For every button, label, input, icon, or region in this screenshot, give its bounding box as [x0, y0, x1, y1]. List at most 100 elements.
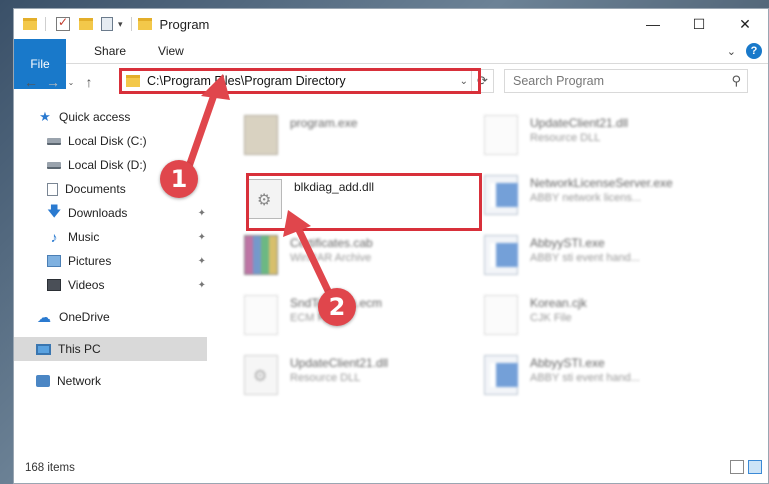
tab-share[interactable]: Share — [78, 39, 142, 63]
file-item[interactable]: AbbyySTI.exe ABBY sti event hand... — [484, 231, 724, 281]
file-item-blkdiag-add-dll[interactable]: blkdiag_add.dll — [248, 175, 488, 225]
search-box[interactable]: Search Program ⚲ — [504, 69, 748, 93]
music-icon: ♪ — [50, 229, 58, 245]
disk-icon — [47, 161, 61, 169]
forward-button[interactable]: → — [42, 74, 64, 90]
tab-view[interactable]: View — [142, 39, 200, 63]
close-button[interactable]: ✕ — [722, 9, 768, 39]
pin-icon[interactable]: ✦ — [198, 232, 206, 243]
exe-icon — [484, 355, 518, 395]
file-type: Resource DLL — [530, 132, 601, 144]
help-icon[interactable]: ? — [746, 43, 762, 59]
pictures-icon — [47, 255, 61, 267]
sidebar-item-downloads[interactable]: 🡇 Downloads ✦ — [14, 201, 209, 225]
file-name: blkdiag_add.dll — [294, 180, 375, 194]
file-item[interactable]: program.exe — [244, 111, 484, 161]
file-name: Certificates.cab — [290, 236, 373, 250]
file-item[interactable]: NetworkLicenseServer.exe ABBY network li… — [484, 171, 724, 221]
view-toggle — [730, 460, 762, 474]
exe-icon — [484, 235, 518, 275]
dll-icon — [244, 355, 278, 395]
sidebar-item-local-disk-c[interactable]: Local Disk (C:) — [14, 129, 209, 153]
maximize-button[interactable]: ☐ — [676, 9, 722, 39]
sidebar-item-videos[interactable]: Videos ✦ — [14, 273, 209, 297]
properties-icon[interactable] — [101, 17, 113, 31]
file-item[interactable]: SndTool.exe.ecm ECM File — [244, 291, 484, 341]
file-item[interactable]: AbbyySTI.exe ABBY sti event hand... — [484, 351, 724, 401]
file-name: UpdateClient21.dll — [530, 116, 629, 130]
cloud-icon: ☁ — [37, 308, 51, 325]
network-icon — [36, 375, 50, 387]
window-title: Program — [159, 16, 210, 32]
file-type: CJK File — [530, 312, 572, 324]
recent-locations-dropdown[interactable]: ⌄ — [64, 78, 78, 87]
download-icon: 🡇 — [47, 203, 62, 219]
item-count: 168 items — [25, 462, 75, 474]
title-folder-icon — [137, 18, 152, 30]
sidebar-item-music[interactable]: ♪ Music ✦ — [14, 225, 209, 249]
title-bar: ▾ Program — ☐ ✕ — [14, 9, 768, 39]
file-name: Korean.cjk — [530, 296, 587, 310]
dll-icon — [484, 115, 518, 155]
sidebar-item-quick-access[interactable]: ★ Quick access — [14, 105, 209, 129]
search-icon[interactable]: ⚲ — [731, 73, 741, 89]
new-folder-icon[interactable] — [79, 18, 93, 30]
address-dropdown-icon[interactable]: ⌄ — [460, 76, 468, 87]
quick-access-toolbar-dropdown[interactable]: ▾ — [118, 19, 123, 30]
pin-icon[interactable]: ✦ — [198, 280, 206, 291]
star-icon: ★ — [39, 109, 51, 124]
file-type: Resource DLL — [290, 372, 361, 384]
file-list: program.exe UpdateClient21.dll Resource … — [224, 105, 758, 455]
search-input[interactable]: Search Program — [513, 74, 604, 88]
sidebar-item-label: Local Disk (D:) — [68, 158, 147, 172]
file-type: ABBY sti event hand... — [530, 372, 640, 384]
sidebar-item-this-pc[interactable]: This PC — [14, 337, 207, 361]
generic-file-icon — [244, 295, 278, 335]
videos-icon — [47, 279, 61, 291]
ribbon-controls: ⌄ ? — [727, 43, 762, 59]
sidebar-item-onedrive[interactable]: ☁ OneDrive — [14, 305, 209, 329]
pin-icon[interactable]: ✦ — [198, 256, 206, 267]
sidebar-item-label: Local Disk (C:) — [68, 134, 147, 148]
sidebar-item-label: This PC — [58, 342, 101, 356]
address-bar[interactable]: C:\Program Files\Program Directory ⌄ ⟳ — [119, 69, 494, 93]
pin-icon[interactable]: ✦ — [198, 208, 206, 219]
details-view-icon[interactable] — [730, 460, 744, 474]
navigation-bar: ← → ⌄ ↑ C:\Program Files\Program Directo… — [14, 65, 768, 99]
up-button[interactable]: ↑ — [78, 74, 100, 90]
file-item[interactable]: Certificates.cab WinRAR Archive — [244, 231, 484, 281]
callout-badge-1: 1 — [160, 160, 198, 198]
ribbon-tabs: File Home Share View ⌄ ? — [14, 39, 768, 89]
exe-icon — [244, 115, 278, 155]
file-explorer-window: ▾ Program — ☐ ✕ File Home Share View ⌄ ?… — [13, 8, 769, 484]
file-item[interactable]: UpdateClient21.dll Resource DLL — [484, 111, 724, 161]
expand-ribbon-chevron-icon[interactable]: ⌄ — [727, 45, 736, 58]
file-item[interactable]: UpdateClient21.dll Resource DLL — [244, 351, 484, 401]
sidebar-item-pictures[interactable]: Pictures ✦ — [14, 249, 209, 273]
sidebar-item-label: OneDrive — [59, 310, 110, 324]
sidebar-item-label: Music — [68, 230, 100, 244]
folder-icon[interactable] — [23, 18, 37, 30]
file-name: AbbyySTI.exe — [530, 236, 605, 250]
properties-check-icon[interactable] — [56, 15, 70, 31]
cab-icon — [244, 235, 278, 275]
document-icon — [47, 182, 58, 196]
disk-icon — [47, 137, 61, 145]
sidebar-item-label: Pictures — [68, 254, 112, 268]
file-type: ABBY network licens... — [530, 192, 642, 204]
file-item[interactable]: Korean.cjk CJK File — [484, 291, 724, 341]
back-button[interactable]: ← — [20, 74, 42, 90]
file-type: WinRAR Archive — [290, 252, 372, 264]
large-icons-view-icon[interactable] — [748, 460, 762, 474]
sidebar-item-label: Downloads — [68, 206, 128, 220]
file-name: program.exe — [290, 116, 358, 130]
sidebar-item-label: Videos — [68, 278, 105, 292]
sidebar-item-network[interactable]: Network — [14, 369, 209, 393]
refresh-button[interactable]: ⟳ — [471, 69, 493, 93]
pc-icon — [36, 343, 51, 355]
sidebar-item-label: Quick access — [59, 110, 131, 124]
exe-icon — [484, 175, 518, 215]
address-path[interactable]: C:\Program Files\Program Directory — [147, 74, 346, 88]
minimize-button[interactable]: — — [630, 9, 676, 39]
status-bar: 168 items — [14, 453, 768, 483]
